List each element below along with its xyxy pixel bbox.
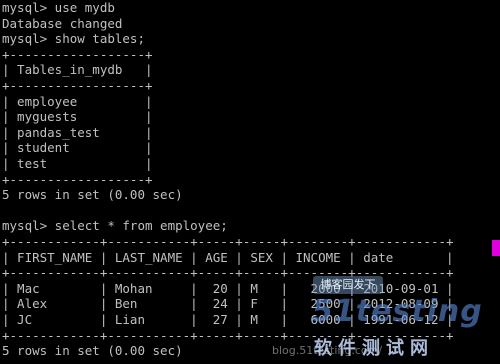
watermark-site-name: 软件测试网	[314, 338, 434, 359]
terminal-line: mysql> select * from employee;	[2, 218, 228, 234]
terminal-line: | pandas_test |	[2, 124, 153, 140]
terminal-line: +------------+-----------+-----+-----+--…	[2, 234, 454, 249]
terminal-line: mysql> show tables;	[2, 31, 145, 47]
terminal-line: | student |	[2, 140, 153, 156]
terminal-line: +------------------+	[2, 46, 153, 62]
terminal-line: +------------------+	[2, 78, 153, 93]
scrollbar[interactable]	[492, 0, 500, 364]
terminal-line: mysql> use mydb	[2, 0, 115, 15]
terminal-line: | Tables_in_mydb |	[2, 62, 153, 78]
scrollbar-thumb[interactable]	[492, 240, 500, 256]
terminal-line: | employee |	[2, 93, 153, 109]
terminal-line: Database changed	[2, 15, 123, 31]
terminal-line: 5 rows in set (0.00 sec)	[2, 343, 183, 359]
terminal-line: +------------------+	[2, 171, 153, 187]
watermark-site-logo: 51testing	[312, 294, 483, 329]
terminal-line: | test |	[2, 156, 153, 171]
terminal-line: 5 rows in set (0.00 sec)	[2, 187, 183, 203]
terminal-line: | FIRST_NAME | LAST_NAME | AGE | SEX | I…	[2, 249, 454, 265]
terminal-line: +------------+-----------+-----+-----+--…	[2, 265, 454, 281]
terminal-line: | myguests |	[2, 109, 153, 125]
